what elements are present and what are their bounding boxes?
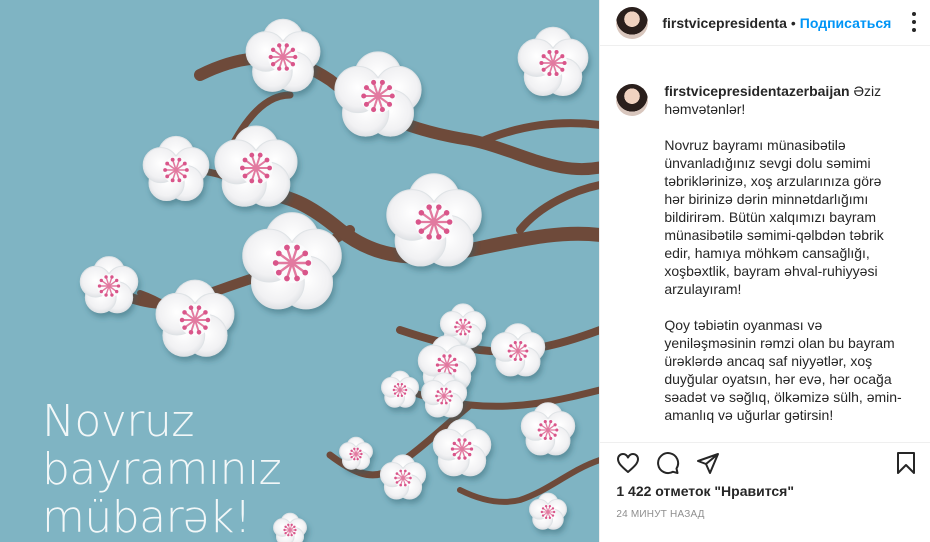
instagram-post: Novruz bayramınız mübarək! firstvicepres…	[0, 0, 930, 542]
header-username[interactable]: firstvicepresidenta	[662, 15, 787, 31]
comment-icon[interactable]	[656, 451, 680, 475]
caption-paragraph-1: Novruz bayramı münasibətilə ünvanladığın…	[664, 137, 884, 297]
separator-dot: •	[790, 14, 796, 31]
comments-section[interactable]: firstvicepresidentazerbaijan Əziz həmvət…	[616, 62, 916, 442]
post-header: firstvicepresidenta • Подписаться	[600, 0, 930, 46]
greeting-line-1: Novruz	[42, 396, 194, 447]
caption-username[interactable]: firstvicepresidentazerbaijan	[664, 83, 849, 99]
greeting-text: Novruz bayramınız mübarək!	[42, 396, 282, 542]
avatar[interactable]	[616, 6, 649, 39]
heart-icon[interactable]	[616, 451, 640, 475]
post-timestamp[interactable]: 24 МИНУТ НАЗАД	[616, 509, 704, 520]
bookmark-icon[interactable]	[894, 451, 918, 475]
action-bar: 1 422 отметок "Нравится" 24 МИНУТ НАЗАД	[600, 442, 930, 542]
likes-count[interactable]: 1 422 отметок "Нравится"	[616, 483, 794, 499]
share-icon[interactable]	[696, 451, 720, 475]
caption-paragraph-2: Qoy təbiətin oyanması və yeniləşməsinin …	[664, 317, 902, 423]
post-image[interactable]: Novruz bayramınız mübarək!	[0, 0, 600, 542]
greeting-line-3: mübarək!	[42, 492, 251, 542]
caption-avatar[interactable]	[616, 84, 649, 116]
follow-button[interactable]: Подписаться	[800, 15, 892, 31]
greeting-line-2: bayramınız	[42, 444, 282, 495]
more-options-icon[interactable]	[912, 12, 916, 32]
post-sidebar: firstvicepresidenta • Подписаться firstv…	[599, 0, 930, 542]
caption: firstvicepresidentazerbaijan Əziz həmvət…	[664, 82, 904, 442]
